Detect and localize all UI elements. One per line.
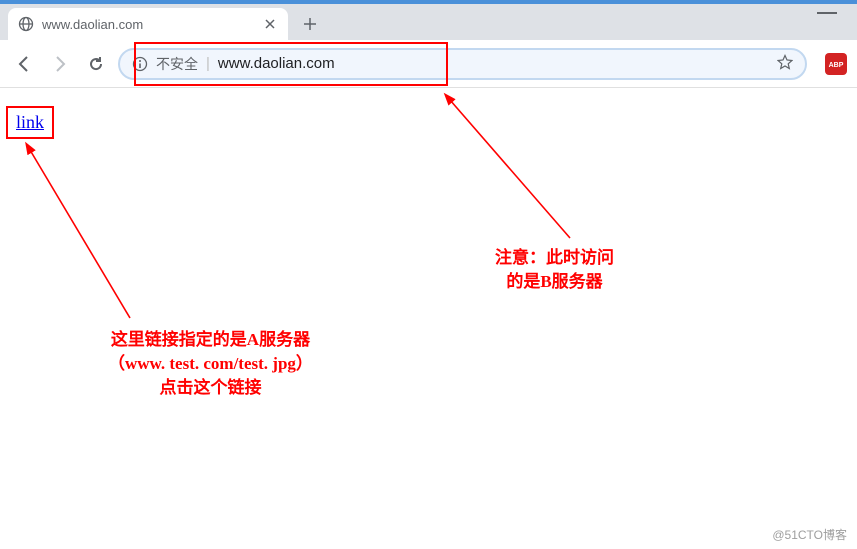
security-label: 不安全: [156, 54, 198, 74]
page-content: link 注意：此时访问 的是B服务器 这里链接指定的是A服务器 （www. t…: [0, 88, 857, 549]
address-bar[interactable]: 不安全 | www.daolian.com: [118, 48, 807, 80]
annotation-right-line1: 注意：此时访问: [495, 246, 614, 270]
back-button[interactable]: [10, 50, 38, 78]
annotation-left-line2: （www. test. com/test. jpg）: [108, 352, 313, 376]
separator: |: [206, 55, 210, 72]
svg-text:ABP: ABP: [829, 62, 844, 69]
tab-strip: www.daolian.com: [0, 4, 857, 40]
new-tab-button[interactable]: [296, 10, 324, 38]
browser-tab[interactable]: www.daolian.com: [8, 8, 288, 40]
info-icon: [132, 56, 148, 72]
tab-title: www.daolian.com: [42, 17, 262, 32]
minimize-icon[interactable]: [817, 12, 837, 14]
annotation-arrows: [0, 88, 857, 548]
url-text: www.daolian.com: [218, 55, 769, 72]
reload-button[interactable]: [82, 50, 110, 78]
annotation-left-line3: 点击这个链接: [108, 376, 313, 400]
abp-extension-icon[interactable]: ABP: [825, 53, 847, 75]
globe-icon: [18, 16, 34, 32]
page-link[interactable]: link: [16, 112, 44, 132]
annotation-right-line2: 的是B服务器: [495, 270, 614, 294]
watermark: @51CTO博客: [772, 526, 847, 543]
annotation-left-line1: 这里链接指定的是A服务器: [108, 328, 313, 352]
annotation-right: 注意：此时访问 的是B服务器: [495, 246, 614, 294]
bookmark-star-icon[interactable]: [777, 54, 793, 74]
close-icon[interactable]: [262, 16, 278, 32]
toolbar: 不安全 | www.daolian.com ABP: [0, 40, 857, 88]
forward-button[interactable]: [46, 50, 74, 78]
annotation-link-highlight-box: link: [6, 106, 54, 139]
annotation-left: 这里链接指定的是A服务器 （www. test. com/test. jpg） …: [108, 328, 313, 399]
